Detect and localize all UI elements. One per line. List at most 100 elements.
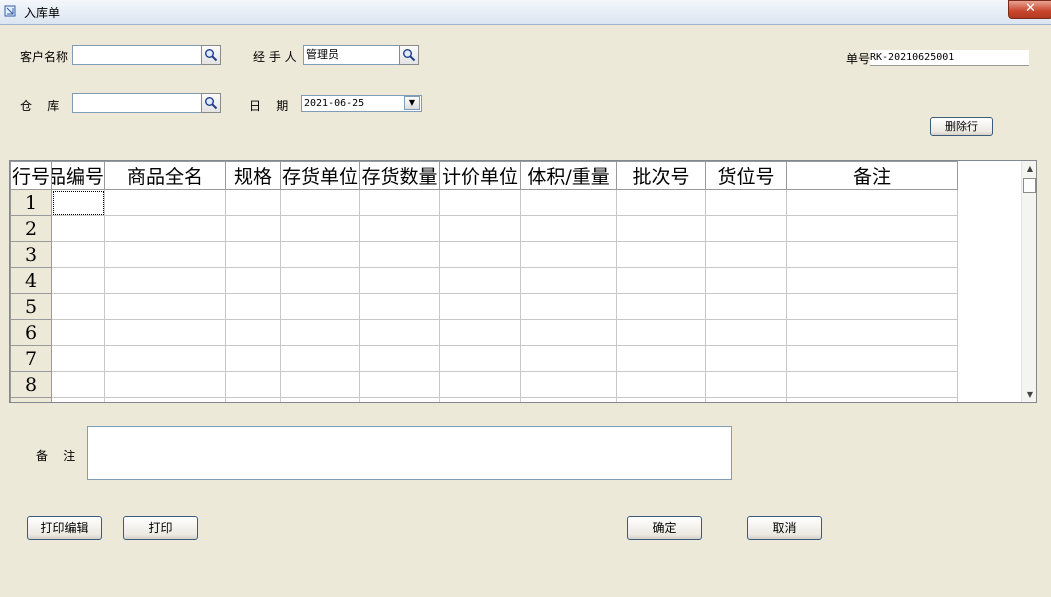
row-number-cell[interactable]: 5 bbox=[10, 293, 52, 320]
grid-cell[interactable] bbox=[104, 215, 227, 242]
handler-input[interactable]: 管理员 bbox=[303, 45, 400, 65]
print-button[interactable]: 打印 bbox=[123, 516, 198, 540]
print-edit-button[interactable]: 打印编辑 bbox=[27, 516, 102, 540]
table-row[interactable]: 6 bbox=[10, 319, 959, 346]
grid-cell[interactable] bbox=[50, 267, 106, 294]
grid-cell[interactable] bbox=[104, 189, 227, 216]
grid-cell[interactable] bbox=[50, 319, 106, 346]
grid-cell[interactable] bbox=[359, 241, 441, 268]
grid-cell[interactable] bbox=[705, 397, 788, 402]
grid-cell[interactable] bbox=[616, 319, 707, 346]
grid-cell[interactable] bbox=[520, 371, 618, 398]
grid-cell[interactable] bbox=[439, 189, 522, 216]
col-header-stock-qty[interactable]: 存货数量 bbox=[359, 161, 441, 190]
grid-cell[interactable] bbox=[705, 371, 788, 398]
grid-cell[interactable] bbox=[104, 371, 227, 398]
grid-cell[interactable] bbox=[786, 189, 959, 216]
grid-cell[interactable] bbox=[439, 371, 522, 398]
grid-cell[interactable] bbox=[225, 215, 282, 242]
grid-cell[interactable] bbox=[786, 345, 959, 372]
grid-cell[interactable] bbox=[616, 189, 707, 216]
table-row[interactable]: 5 bbox=[10, 293, 959, 320]
memo-textarea[interactable] bbox=[87, 426, 732, 480]
grid-cell[interactable] bbox=[786, 319, 959, 346]
row-number-cell[interactable]: 6 bbox=[10, 319, 52, 346]
table-row[interactable]: 9 bbox=[10, 397, 959, 402]
grid-cell[interactable] bbox=[786, 293, 959, 320]
table-row[interactable]: 8 bbox=[10, 371, 959, 398]
grid-cell[interactable] bbox=[104, 293, 227, 320]
col-header-spec[interactable]: 规格 bbox=[225, 161, 282, 190]
grid-cell[interactable] bbox=[705, 215, 788, 242]
row-number-cell[interactable]: 2 bbox=[10, 215, 52, 242]
grid-cell[interactable] bbox=[104, 345, 227, 372]
grid-cell[interactable] bbox=[705, 267, 788, 294]
col-header-product-code[interactable]: 商品编号 bbox=[50, 161, 106, 190]
cancel-button[interactable]: 取消 bbox=[747, 516, 822, 540]
grid-cell[interactable] bbox=[520, 267, 618, 294]
row-number-cell[interactable]: 9 bbox=[10, 397, 52, 402]
grid-vertical-scrollbar[interactable]: ▲ ▼ bbox=[1021, 161, 1036, 402]
grid-cell[interactable] bbox=[280, 319, 361, 346]
grid-cell[interactable] bbox=[359, 215, 441, 242]
row-number-cell[interactable]: 8 bbox=[10, 371, 52, 398]
grid-cell[interactable] bbox=[225, 267, 282, 294]
grid-cell[interactable] bbox=[616, 241, 707, 268]
grid-cell[interactable] bbox=[280, 371, 361, 398]
col-header-remark[interactable]: 备注 bbox=[786, 161, 959, 190]
grid-cell[interactable] bbox=[225, 371, 282, 398]
grid-cell[interactable] bbox=[280, 267, 361, 294]
grid-cell[interactable] bbox=[280, 241, 361, 268]
grid-cell[interactable] bbox=[616, 371, 707, 398]
grid-cell[interactable] bbox=[616, 293, 707, 320]
grid-cell[interactable] bbox=[705, 319, 788, 346]
grid-cell[interactable] bbox=[50, 241, 106, 268]
grid-cell[interactable] bbox=[616, 267, 707, 294]
grid-cell[interactable] bbox=[786, 215, 959, 242]
grid-cell[interactable] bbox=[786, 397, 959, 402]
grid-cell[interactable] bbox=[439, 319, 522, 346]
grid-cell[interactable] bbox=[50, 293, 106, 320]
grid-cell[interactable] bbox=[705, 241, 788, 268]
row-number-cell[interactable]: 3 bbox=[10, 241, 52, 268]
col-header-volume-weight[interactable]: 体积/重量 bbox=[520, 161, 618, 190]
grid-cell[interactable] bbox=[280, 215, 361, 242]
close-button[interactable]: ✕ bbox=[1008, 0, 1051, 19]
grid-cell[interactable] bbox=[50, 189, 106, 216]
col-header-product-name[interactable]: 商品全名 bbox=[104, 161, 227, 190]
grid-cell[interactable] bbox=[225, 319, 282, 346]
grid-cell[interactable] bbox=[520, 345, 618, 372]
grid-cell[interactable] bbox=[280, 345, 361, 372]
delete-row-button[interactable]: 删除行 bbox=[930, 117, 993, 136]
col-header-row-no[interactable]: 行号 bbox=[10, 161, 52, 190]
row-number-cell[interactable]: 7 bbox=[10, 345, 52, 372]
detail-grid[interactable]: 行号 商品编号 商品全名 规格 存货单位 存货数量 计价单位 体积/重量 批次号… bbox=[9, 160, 1037, 403]
customer-input[interactable] bbox=[72, 45, 202, 65]
grid-cell[interactable] bbox=[359, 293, 441, 320]
scroll-up-icon[interactable]: ▲ bbox=[1022, 161, 1036, 177]
scroll-thumb[interactable] bbox=[1023, 178, 1036, 193]
grid-cell[interactable] bbox=[359, 397, 441, 402]
grid-cell[interactable] bbox=[520, 293, 618, 320]
grid-cell[interactable] bbox=[359, 345, 441, 372]
grid-cell[interactable] bbox=[520, 215, 618, 242]
grid-cell[interactable] bbox=[520, 241, 618, 268]
grid-cell[interactable] bbox=[359, 319, 441, 346]
col-header-pricing-unit[interactable]: 计价单位 bbox=[439, 161, 522, 190]
grid-cell[interactable] bbox=[225, 345, 282, 372]
grid-cell[interactable] bbox=[439, 293, 522, 320]
grid-cell[interactable] bbox=[104, 267, 227, 294]
grid-cell[interactable] bbox=[439, 345, 522, 372]
customer-lookup-button[interactable] bbox=[201, 45, 221, 65]
grid-cell[interactable] bbox=[520, 189, 618, 216]
grid-cell[interactable] bbox=[50, 371, 106, 398]
handler-lookup-button[interactable] bbox=[399, 45, 419, 65]
grid-cell[interactable] bbox=[786, 371, 959, 398]
row-number-cell[interactable]: 1 bbox=[10, 189, 52, 216]
grid-cell[interactable] bbox=[439, 241, 522, 268]
confirm-button[interactable]: 确定 bbox=[627, 516, 702, 540]
grid-cell[interactable] bbox=[280, 397, 361, 402]
grid-cell[interactable] bbox=[439, 397, 522, 402]
chevron-down-icon[interactable]: ▼ bbox=[404, 96, 420, 110]
grid-cell[interactable] bbox=[705, 293, 788, 320]
